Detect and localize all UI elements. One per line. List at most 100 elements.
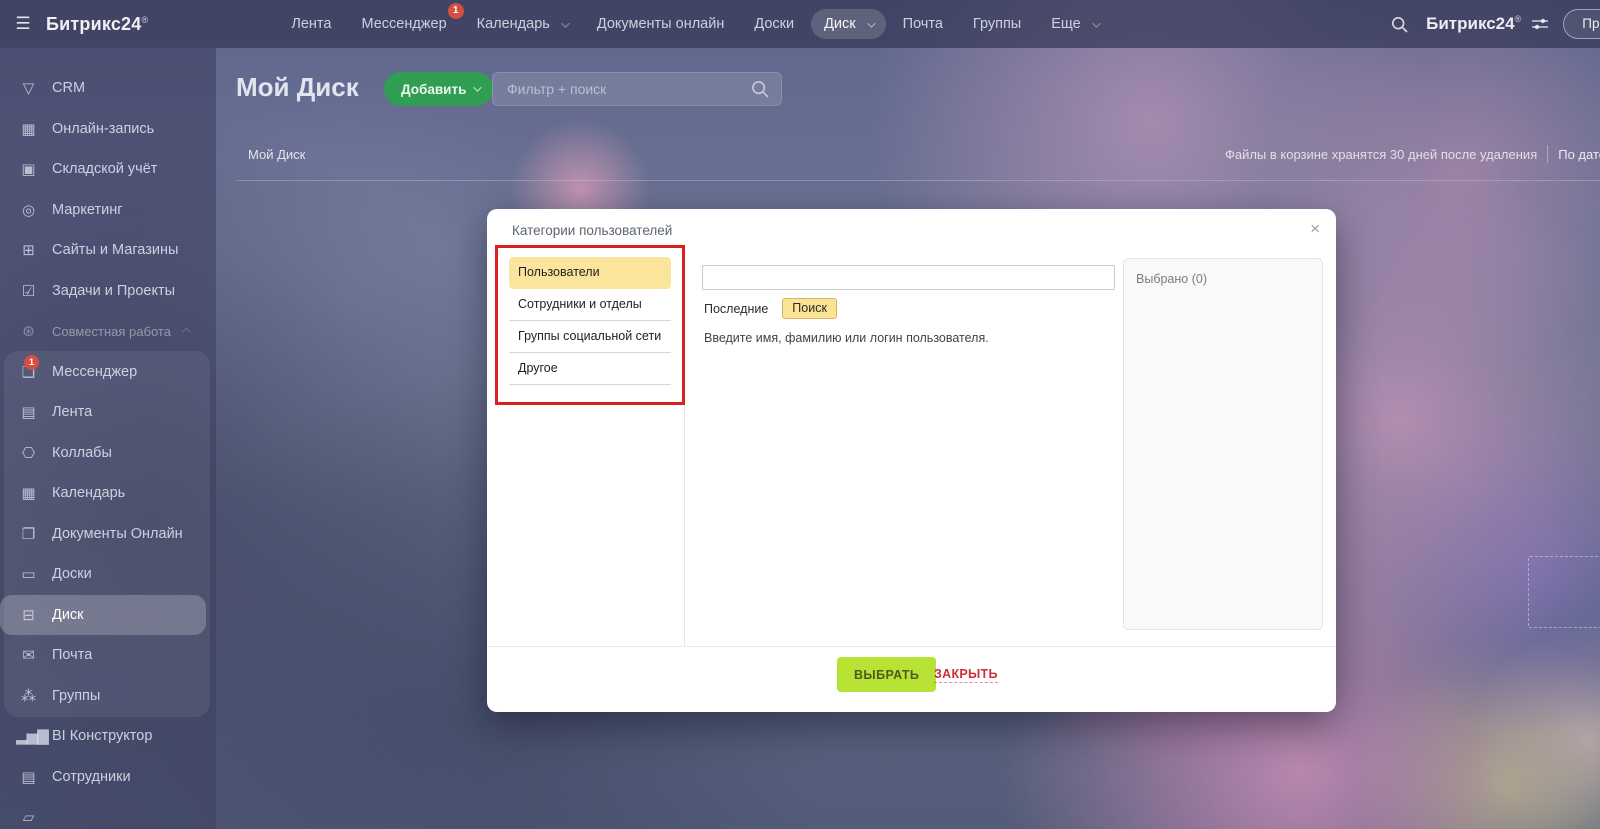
sidebar-item[interactable]: ⎔ Коллабы bbox=[0, 433, 216, 474]
collaboration-icon: ⊛ bbox=[16, 322, 40, 340]
sidebar: ▽ CRM ▦ Онлайн-запись ▣ Складской учёт ◎ bbox=[0, 48, 216, 829]
sidebar-item-label: Группы bbox=[52, 688, 100, 704]
sidebar-item[interactable]: ⊞ Сайты и Магазины bbox=[0, 230, 216, 271]
feed-icon: ▤ bbox=[16, 403, 40, 421]
employees-icon: ▤ bbox=[16, 768, 40, 786]
sidebar-item[interactable]: ⊛ Совместная работа bbox=[0, 311, 216, 352]
sidebar-item-label: Коллабы bbox=[52, 445, 112, 461]
chevron-down-icon bbox=[474, 83, 482, 91]
header-divider bbox=[236, 180, 1600, 181]
sidebar-item[interactable]: ▦ Календарь bbox=[0, 473, 216, 514]
chevron-down-icon bbox=[867, 19, 875, 27]
sidebar-item-label: Задачи и Проекты bbox=[52, 283, 175, 299]
top-menu-item-label: Группы bbox=[973, 16, 1021, 32]
sidebar-item[interactable]: ▭ Доски bbox=[0, 554, 216, 595]
warehouse-icon: ▣ bbox=[16, 160, 40, 178]
select-button[interactable]: ВЫБРАТЬ bbox=[837, 657, 936, 692]
sidebar-item-label: Складской учёт bbox=[52, 161, 157, 177]
category-list: Пользователи Сотрудники и отделы Группы … bbox=[509, 257, 671, 385]
sidebar-item[interactable]: ◎ Маркетинг bbox=[0, 190, 216, 231]
top-menu-item[interactable]: Мессенджер 1 bbox=[348, 9, 459, 39]
category-item[interactable]: Пользователи bbox=[509, 257, 671, 289]
online-booking-icon: ▦ bbox=[16, 120, 40, 138]
top-menu-item[interactable]: Почта bbox=[890, 9, 956, 39]
groups-icon: ⁂ bbox=[16, 687, 40, 705]
drive-icon: ⊟ bbox=[16, 606, 40, 624]
more-icon: ▱ bbox=[16, 808, 40, 826]
menu-icon[interactable]: ☰ bbox=[0, 14, 46, 34]
top-menu-item-label: Календарь bbox=[477, 16, 550, 32]
top-menu-item[interactable]: Диск bbox=[811, 9, 886, 39]
top-bar: ☰ Битрикс24® Лента Мессенджер 1 Календар… bbox=[0, 0, 1600, 48]
app-logo[interactable]: Битрикс24® bbox=[46, 14, 148, 35]
sidebar-item-label: CRM bbox=[52, 80, 85, 96]
top-menu-item-label: Диск bbox=[824, 16, 856, 32]
user-search-input[interactable] bbox=[702, 265, 1115, 290]
top-menu-item-label: Доски bbox=[754, 16, 794, 32]
selected-panel: Выбрано (0) bbox=[1123, 258, 1323, 630]
search-mode-tab[interactable]: Последние bbox=[704, 302, 768, 316]
search-mode-tabs: Последние Поиск bbox=[704, 298, 851, 319]
category-item[interactable]: Другое bbox=[509, 353, 671, 385]
search-mode-tab[interactable]: Поиск bbox=[782, 298, 837, 319]
sidebar-item[interactable]: ⊟ Диск bbox=[0, 595, 206, 636]
sidebar-menu: ▽ CRM ▦ Онлайн-запись ▣ Складской учёт ◎ bbox=[0, 68, 216, 829]
invite-button[interactable]: При bbox=[1563, 9, 1600, 39]
sidebar-item[interactable]: ⁂ Группы bbox=[0, 676, 216, 717]
category-item[interactable]: Сотрудники и отделы bbox=[509, 289, 671, 321]
toolbar-row: Мой Диск Файлы в корзине хранятся 30 дне… bbox=[236, 142, 1600, 166]
tab-label: Последние bbox=[704, 302, 768, 316]
page-title: Мой Диск bbox=[236, 72, 359, 103]
top-menu-item[interactable]: Доски bbox=[741, 9, 807, 39]
boards-icon: ▭ bbox=[16, 565, 40, 583]
top-menu-item[interactable]: Календарь bbox=[464, 9, 580, 39]
tasks-icon: ☑ bbox=[16, 282, 40, 300]
sidebar-item[interactable]: ▂▅▇ BI Конструктор bbox=[0, 716, 216, 757]
settings-sliders-icon[interactable] bbox=[1531, 17, 1549, 31]
funnel-icon: ▽ bbox=[16, 79, 40, 97]
notification-badge: 1 bbox=[24, 355, 39, 370]
sidebar-item[interactable]: ☑ Задачи и Проекты bbox=[0, 271, 216, 312]
tab-label: Поиск bbox=[792, 301, 827, 315]
sidebar-item[interactable]: ▤ Сотрудники bbox=[0, 757, 216, 798]
sidebar-item[interactable]: ❑ 1 Мессенджер bbox=[0, 352, 216, 393]
sidebar-item-label: Мессенджер bbox=[52, 364, 137, 380]
top-menu-item[interactable]: Группы bbox=[960, 9, 1034, 39]
top-menu-item-label: Лента bbox=[291, 16, 331, 32]
sidebar-item[interactable]: ▣ Складской учёт bbox=[0, 149, 216, 190]
sidebar-item-label: Маркетинг bbox=[52, 202, 123, 218]
sidebar-item[interactable]: ▤ Лента bbox=[0, 392, 216, 433]
top-menu-item[interactable]: Документы онлайн bbox=[584, 9, 737, 39]
sites-shops-icon: ⊞ bbox=[16, 241, 40, 259]
top-menu-item[interactable]: Еще bbox=[1038, 9, 1111, 39]
chevron-up-icon bbox=[182, 328, 190, 336]
top-menu-item-label: Документы онлайн bbox=[597, 16, 724, 32]
category-item-label: Пользователи bbox=[518, 265, 600, 279]
sidebar-item[interactable]: ▦ Онлайн-запись bbox=[0, 109, 216, 150]
close-button[interactable]: ЗАКРЫТЬ bbox=[934, 667, 998, 683]
sidebar-item-label: Документы Онлайн bbox=[52, 526, 183, 542]
close-icon[interactable]: × bbox=[1310, 219, 1320, 239]
top-menu-item[interactable]: Лента bbox=[278, 9, 344, 39]
sidebar-item[interactable]: ❐ Документы Онлайн bbox=[0, 514, 216, 555]
sort-by-date-control[interactable]: По дате bbox=[1558, 147, 1600, 162]
category-item[interactable]: Группы социальной сети bbox=[509, 321, 671, 353]
logo-mark: ® bbox=[1515, 14, 1522, 24]
category-item-label: Группы социальной сети bbox=[518, 329, 661, 343]
sidebar-item[interactable]: ▽ CRM bbox=[0, 68, 216, 109]
bi-chart-icon: ▂▅▇ bbox=[16, 727, 40, 745]
sidebar-item-label: BI Конструктор bbox=[52, 728, 152, 744]
logo-mark: ® bbox=[141, 15, 148, 25]
top-menu-item-label: Почта bbox=[903, 16, 943, 32]
sidebar-item-label: Почта bbox=[52, 647, 92, 663]
filter-search-input[interactable] bbox=[493, 81, 751, 97]
top-menu-item-label: Мессенджер bbox=[361, 16, 446, 32]
selected-counter: Выбрано (0) bbox=[1136, 272, 1207, 286]
search-icon[interactable] bbox=[751, 80, 769, 98]
sidebar-item[interactable]: ▱ bbox=[0, 797, 216, 829]
sidebar-item[interactable]: ✉ Почта bbox=[0, 635, 216, 676]
breadcrumb[interactable]: Мой Диск bbox=[248, 147, 305, 162]
add-button[interactable]: Добавить bbox=[384, 72, 493, 106]
search-icon[interactable] bbox=[1391, 16, 1408, 33]
sidebar-item-label: Совместная работа bbox=[52, 324, 171, 339]
